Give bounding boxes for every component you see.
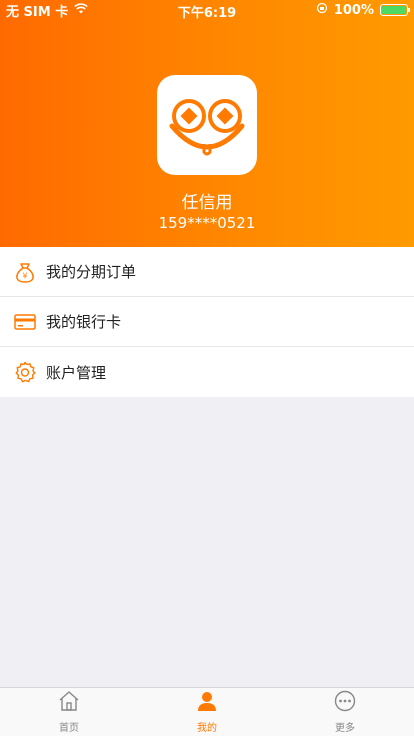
profile-header: 无 SIM 卡 下午6:19 100% 任信用 159****0521	[0, 0, 414, 247]
battery-icon	[380, 4, 410, 16]
user-name: 任信用	[181, 193, 233, 213]
avatar[interactable]	[157, 75, 257, 175]
gear-icon	[14, 361, 36, 383]
status-bar: 无 SIM 卡 下午6:19 100%	[0, 0, 414, 21]
app-logo-icon	[169, 99, 245, 156]
home-icon	[57, 689, 81, 717]
rotation-lock-icon	[316, 2, 328, 18]
menu-item-label: 账户管理	[46, 363, 107, 382]
menu-item-label: 我的分期订单	[46, 263, 137, 281]
person-icon	[195, 689, 219, 717]
menu-item-bank-cards[interactable]: 我的银行卡	[0, 297, 414, 347]
menu-item-label: 我的银行卡	[46, 313, 122, 331]
wifi-icon	[74, 2, 88, 18]
bank-card-icon	[14, 311, 36, 333]
tab-label: 我的	[197, 723, 217, 734]
tab-label: 首页	[59, 723, 79, 734]
tab-bar: 首页 我的 更多	[0, 687, 414, 736]
tab-home[interactable]: 首页	[0, 688, 138, 736]
carrier-label: 无 SIM 卡	[6, 4, 69, 20]
tab-label: 更多	[335, 723, 355, 734]
profile-menu: ¥ 我的分期订单 我的银行卡 账户管理	[0, 247, 414, 397]
user-phone: 159****0521	[158, 214, 256, 232]
more-icon	[333, 689, 357, 717]
menu-item-installment-orders[interactable]: ¥ 我的分期订单	[0, 247, 414, 297]
tab-mine[interactable]: 我的	[138, 688, 276, 736]
battery-percent: 100%	[333, 2, 374, 18]
menu-item-account-settings[interactable]: 账户管理	[0, 347, 414, 397]
money-bag-icon: ¥	[14, 261, 36, 283]
svg-text:¥: ¥	[22, 271, 27, 280]
tab-more[interactable]: 更多	[276, 688, 414, 736]
